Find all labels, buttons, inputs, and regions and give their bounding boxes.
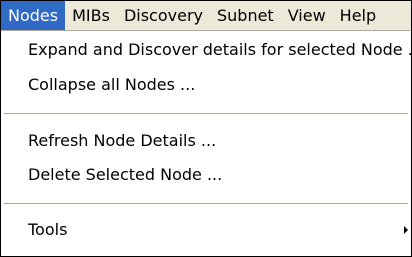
menu-item-label: Expand and Discover details for selected… (28, 40, 412, 59)
chevron-right-icon (404, 226, 408, 234)
menu-view[interactable]: View (281, 1, 333, 30)
menu-separator (4, 113, 408, 115)
menu-item-label: Tools (28, 220, 68, 239)
menu-item-tools[interactable]: Tools (2, 214, 410, 246)
menu-item-label: Collapse all Nodes ... (28, 75, 196, 94)
menu-item-delete-selected-node[interactable]: Delete Selected Node ... (2, 159, 410, 191)
menu-mibs[interactable]: MIBs (65, 1, 117, 30)
menu-discovery[interactable]: Discovery (117, 1, 210, 30)
menu-nodes[interactable]: Nodes (1, 1, 66, 30)
menu-item-collapse-all[interactable]: Collapse all Nodes ... (2, 69, 410, 101)
menu-item-expand-discover[interactable]: Expand and Discover details for selected… (2, 34, 412, 66)
application-window: Nodes MIBs Discovery Subnet View Help Ex… (0, 0, 412, 257)
menu-item-label: Delete Selected Node ... (28, 165, 223, 184)
menu-help[interactable]: Help (333, 1, 383, 30)
menu-subnet[interactable]: Subnet (210, 1, 281, 30)
menu-item-label: Refresh Node Details ... (28, 131, 217, 150)
menu-item-refresh-node-details[interactable]: Refresh Node Details ... (2, 125, 410, 157)
nodes-dropdown-menu: Expand and Discover details for selected… (1, 30, 412, 256)
menu-separator (4, 203, 408, 205)
menu-bar: Nodes MIBs Discovery Subnet View Help (1, 1, 411, 30)
